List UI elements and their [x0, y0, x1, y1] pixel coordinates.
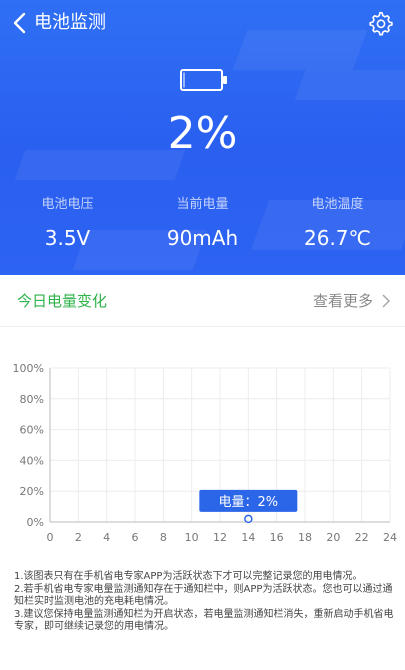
stat-temperature: 电池温度 26.7℃: [270, 196, 405, 252]
x-tick-label: 12: [213, 531, 227, 544]
stat-capacity: 当前电量 90mAh: [135, 196, 270, 252]
battery-percent: 2%: [167, 108, 238, 159]
stat-value: 3.5V: [44, 226, 91, 250]
x-tick-label: 22: [355, 531, 369, 544]
y-tick-label: 0%: [27, 516, 44, 529]
stat-label: 电池电压: [41, 197, 94, 212]
x-tick-label: 18: [298, 531, 312, 544]
chevron-left-icon[interactable]: [10, 10, 32, 36]
stat-value: 90mAh: [166, 226, 239, 250]
section-header: 今日电量变化 查看更多: [0, 275, 405, 327]
x-tick-label: 4: [103, 531, 110, 544]
x-tick-label: 20: [326, 531, 340, 544]
header-panel: 电池监测 2% 电池电压 3.5V 当前电量 90mAh 电池温度 26.7℃: [0, 0, 405, 275]
battery-chart: 0%20%40%60%80%100%0 2 4 6 8 10 12 14 16 18 20 22 24电…: [13, 362, 397, 544]
y-tick-label: 60%: [20, 424, 44, 437]
x-tick-label: 6: [132, 531, 139, 544]
x-tick-label: 10: [185, 531, 199, 544]
x-tick-label: 2: [75, 531, 82, 544]
section-title: 今日电量变化: [17, 292, 108, 310]
stat-label: 当前电量: [176, 197, 229, 212]
tooltip-label: 电量：2%: [219, 495, 279, 510]
page-title: 电池监测: [34, 12, 106, 33]
battery-icon: [180, 69, 227, 91]
y-tick-label: 40%: [20, 454, 44, 467]
y-tick-label: 80%: [20, 393, 44, 406]
stat-value: 26.7℃: [304, 226, 371, 250]
x-tick-label: 16: [270, 531, 284, 544]
gear-icon[interactable]: [367, 10, 393, 36]
view-more-label: 查看更多: [312, 292, 373, 310]
note-item: 1.该图表只有在手机省电专家APP为活跃状态下才可以完整记录您的用电情况。: [14, 571, 363, 582]
y-tick-label: 100%: [13, 362, 44, 375]
stat-label: 电池温度: [311, 197, 364, 212]
x-tick-label: 0: [47, 531, 54, 544]
x-tick-label: 14: [241, 531, 255, 544]
note-item: 3.建议您保持电量监测通知栏为开启状态，若电量监测通知栏消失，重新启动手机省电专…: [14, 608, 394, 633]
chevron-right-icon: [382, 293, 391, 308]
top-bar: 电池监测: [0, 0, 405, 46]
stat-voltage: 电池电压 3.5V: [0, 196, 135, 252]
note-item: 2.若手机省电专家电量监测通知存在于通知栏中，则APP为活跃状态。您也可以通过通…: [14, 583, 393, 608]
view-more-link[interactable]: 查看更多: [313, 290, 391, 311]
y-tick-label: 20%: [20, 485, 44, 498]
x-tick-label: 24: [383, 531, 397, 544]
x-tick-label: 8: [160, 531, 167, 544]
notes: 1.该图表只有在手机省电专家APP为活跃状态下才可以完整记录您的用电情况。 2.…: [14, 571, 394, 634]
data-point: [244, 514, 253, 524]
